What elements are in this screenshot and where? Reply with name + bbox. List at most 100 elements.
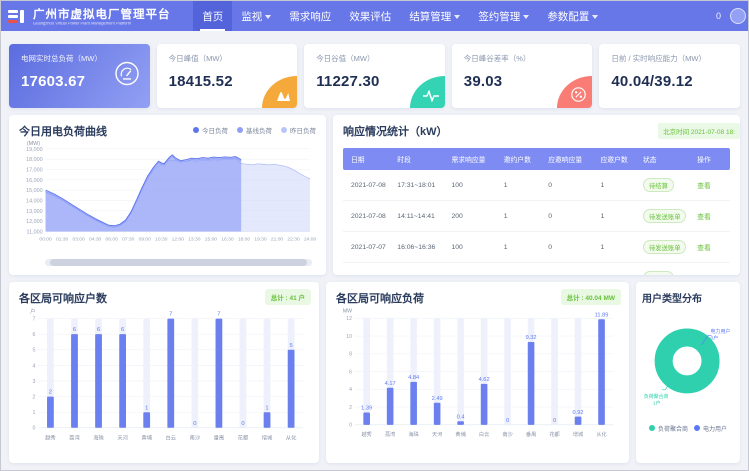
bar-天河[interactable] [434, 403, 441, 425]
legend-label: 昨日负荷 [290, 125, 316, 135]
nav-item-效果评估[interactable]: 效果评估 [340, 1, 400, 31]
svg-text:18,000: 18,000 [26, 157, 43, 163]
nav-item-首页[interactable]: 首页 [193, 1, 232, 31]
bar-白云[interactable] [167, 319, 174, 428]
kpi-card-4: 日前 / 实时响应能力（MW）40.04/39.12 [599, 44, 740, 108]
district-households-chart: 户012345672越秀6荔湾6海珠6天河1黄埔7白云0南沙7番禺0花都1增城5… [19, 306, 309, 455]
table-cell-status: 待结算 [639, 263, 693, 276]
percent-icon [571, 87, 586, 102]
bar-category-label: 白云 [165, 433, 176, 441]
bar-value-label: 5 [290, 343, 293, 349]
svg-text:07:30: 07:30 [122, 236, 135, 242]
status-badge: 待发送账单 [643, 209, 686, 223]
bar-黄埔[interactable] [457, 421, 464, 425]
legend-label: 今日负荷 [202, 125, 228, 135]
bar-白云[interactable] [481, 384, 488, 425]
svg-text:6: 6 [32, 332, 35, 338]
chart-zoom-scrollbar[interactable] [45, 259, 312, 266]
bar-category-label: 番禺 [526, 431, 536, 438]
bar-番禺[interactable] [528, 342, 535, 425]
notification-count[interactable]: 0 [716, 11, 721, 21]
view-link[interactable]: 查看 [697, 214, 711, 221]
bar-track [504, 318, 511, 425]
chevron-down-icon [265, 15, 271, 19]
nav-item-需求响应[interactable]: 需求响应 [280, 1, 340, 31]
bar-value-label: 6 [121, 327, 124, 333]
table-cell: 0 [544, 170, 596, 201]
table-cell-action: 查看 [693, 170, 730, 201]
bar-category-label: 天河 [117, 433, 128, 441]
kpi-card-1: 今日峰值（MW）18415.52 [157, 44, 298, 108]
bar-value-label: 2 [49, 390, 52, 396]
table-cell: 100 [447, 232, 499, 263]
bar-番禺[interactable] [216, 319, 223, 428]
table-cell: 2021-07-01 [343, 263, 393, 276]
svg-text:09:00: 09:00 [139, 236, 152, 242]
bar-track [240, 319, 247, 428]
table-cell: 200 [447, 263, 499, 276]
bar-track [264, 319, 271, 428]
table-col-时段: 时段 [393, 148, 447, 170]
table-cell: 0 [544, 263, 596, 276]
svg-text:11,000: 11,000 [27, 229, 43, 235]
scrollbar-handle[interactable] [50, 259, 306, 266]
table-cell-action: 查看 [693, 263, 730, 276]
brand[interactable]: 广州市虚拟电厂管理平台 Guangzhou Virtual Power Plan… [7, 6, 177, 27]
table-cell: 1 [500, 232, 545, 263]
bar-增城[interactable] [264, 412, 271, 428]
bar-海珠[interactable] [95, 334, 102, 428]
bar-越秀[interactable] [47, 397, 54, 428]
table-col-应邀户数: 应邀户数 [596, 148, 639, 170]
bar-从化[interactable] [598, 319, 605, 425]
legend-item-昨日负荷[interactable]: 昨日负荷 [281, 125, 316, 135]
avatar[interactable] [730, 8, 746, 24]
table-cell: 1 [500, 263, 545, 276]
svg-text:8: 8 [349, 352, 352, 358]
bar-天河[interactable] [119, 334, 126, 428]
table-cell: 1 [596, 201, 639, 232]
table-row: 2021-07-0814:11~14:41200101待发送账单查看 [343, 201, 730, 232]
kpi-card-3: 今日峰谷差率（%）39.03 [452, 44, 593, 108]
svg-text:12,000: 12,000 [26, 219, 43, 225]
bar-荔湾[interactable] [71, 334, 78, 428]
svg-text:6: 6 [349, 369, 352, 375]
view-link[interactable]: 查看 [697, 245, 711, 252]
table-cell: 16:06~16:36 [393, 232, 447, 263]
bar-value-label: 0.92 [573, 410, 584, 416]
bar-value-label: 0.4 [457, 414, 465, 420]
view-link[interactable]: 查看 [697, 183, 711, 190]
svg-text:15:00: 15:00 [205, 236, 218, 242]
app-subtitle: Guangzhou Virtual Power Plant Management… [33, 22, 131, 25]
legend-item-今日负荷[interactable]: 今日负荷 [193, 125, 228, 135]
legend-item-负荷聚合商[interactable]: 负荷聚合商 [649, 424, 688, 433]
bar-增城[interactable] [575, 417, 582, 425]
nav-item-监视[interactable]: 监视 [232, 1, 280, 31]
kpi-icon-wrap [114, 61, 140, 92]
bar-荔湾[interactable] [387, 388, 394, 425]
district_households-svg: 户012345672越秀6荔湾6海珠6天河1黄埔7白云0南沙7番禺0花都1增城5… [19, 306, 309, 450]
bar-黄埔[interactable] [143, 412, 150, 428]
table-cell-status: 待发送账单 [639, 201, 693, 232]
table-cell: 14:11~14:41 [393, 201, 447, 232]
bar-越秀[interactable] [363, 412, 370, 424]
table-cell-status: 待结算 [639, 170, 693, 201]
nav-item-签约管理[interactable]: 签约管理 [469, 1, 538, 31]
kpi-cards-row: 电网实时总负荷（MW）17603.67今日峰值（MW）18415.52今日谷值（… [9, 44, 740, 108]
svg-text:0: 0 [32, 426, 35, 432]
donut-slice-负荷聚合商[interactable] [664, 337, 711, 384]
nav-item-参数配置[interactable]: 参数配置 [538, 1, 607, 31]
nav-item-label: 效果评估 [349, 9, 391, 24]
bar-category-label: 番禺 [214, 434, 225, 441]
bar-从化[interactable] [288, 350, 295, 428]
kpi-value: 40.04/39.12 [611, 73, 728, 90]
legend-label: 负荷聚合商 [658, 424, 688, 433]
svg-text:12: 12 [346, 316, 352, 322]
legend-item-电力用户[interactable]: 电力用户 [694, 424, 727, 433]
district-load-panel: 各区局可响应负荷 总计 : 40.04 MW MW0246810121.39越秀… [326, 282, 629, 463]
kpi-value: 11227.30 [316, 73, 433, 90]
bar-value-label: 1 [145, 405, 148, 411]
legend-item-基线负荷[interactable]: 基线负荷 [237, 125, 272, 135]
nav-item-结算管理[interactable]: 结算管理 [400, 1, 469, 31]
bar-海珠[interactable] [410, 382, 417, 425]
district-load-chart: MW0246810121.39越秀4.17荔湾4.84海珠2.49天河0.4黄埔… [336, 306, 619, 452]
